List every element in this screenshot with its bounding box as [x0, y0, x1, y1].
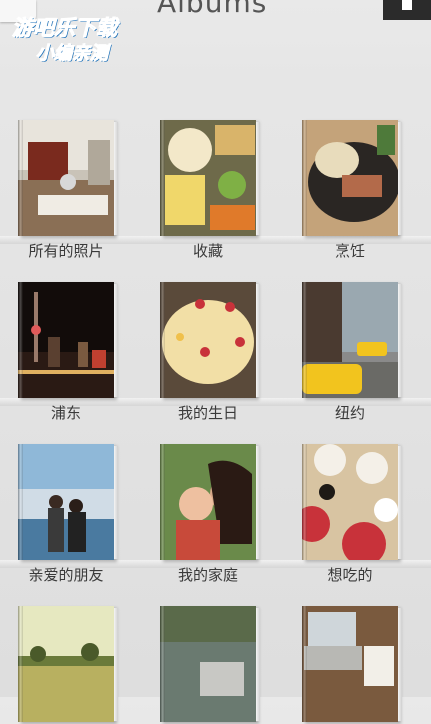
- album-cover: [18, 282, 114, 398]
- album-my-family[interactable]: [160, 444, 264, 562]
- album-pages: [114, 446, 118, 559]
- album-cover: [302, 282, 398, 398]
- album-pages: [398, 122, 402, 235]
- album-cover: [160, 282, 256, 398]
- album-cover: [18, 120, 114, 236]
- watermark-logo: 游吧乐下载 小编亲测: [6, 8, 156, 66]
- album-pages: [398, 446, 402, 559]
- city-street-photo: [302, 282, 398, 398]
- album-spine: [18, 444, 23, 560]
- album-label: 所有的照片: [28, 242, 104, 260]
- album-canal[interactable]: [160, 606, 264, 724]
- album-label: 收藏: [192, 242, 223, 260]
- album-label: 纽约: [334, 404, 365, 422]
- album-label: 我的家庭: [177, 566, 238, 584]
- album-spine: [18, 282, 23, 398]
- birthday-cake-photo: [160, 282, 256, 398]
- album-label: 我的生日: [177, 404, 238, 422]
- album-spine: [160, 282, 165, 398]
- night-skyline-photo: [18, 282, 114, 398]
- album-pages: [256, 284, 260, 397]
- album-new-york[interactable]: [302, 282, 406, 400]
- album-spine: [302, 606, 307, 722]
- album-label: 浦东: [50, 404, 81, 422]
- watermark-line2: 小编亲测: [36, 43, 109, 65]
- watermark-line1: 游吧乐下载: [12, 16, 118, 41]
- album-pages: [256, 608, 260, 721]
- album-spine: [18, 120, 23, 236]
- album-pages: [398, 284, 402, 397]
- album-spine: [302, 282, 307, 398]
- living-room-photo: [18, 120, 114, 236]
- album-label: 亲爱的朋友: [28, 566, 104, 584]
- album-spine: [160, 120, 165, 236]
- album-cover: [160, 444, 256, 560]
- album-all-photos[interactable]: [18, 120, 122, 238]
- album-pages: [114, 284, 118, 397]
- album-cover: [160, 120, 256, 236]
- album-spine: [302, 120, 307, 236]
- album-spine: [160, 606, 165, 722]
- album-label: 想吃的: [327, 566, 373, 584]
- album-pages: [256, 122, 260, 235]
- family-photo: [160, 444, 256, 560]
- plated-meal-photo: [302, 120, 398, 236]
- album-favorites[interactable]: [160, 120, 264, 238]
- album-work[interactable]: [302, 606, 406, 724]
- album-cover: [18, 444, 114, 560]
- breakfast-table-photo: [302, 444, 398, 560]
- album-park[interactable]: [18, 606, 122, 724]
- album-pages: [114, 608, 118, 721]
- album-cover: [160, 606, 256, 722]
- album-want-to-eat[interactable]: [302, 444, 406, 562]
- album-cover: [18, 606, 114, 722]
- album-pudong[interactable]: [18, 282, 122, 400]
- menu-button[interactable]: [383, 0, 431, 20]
- album-cover: [302, 606, 398, 722]
- album-cooking[interactable]: [302, 120, 406, 238]
- album-label: 烹饪: [334, 242, 365, 260]
- album-my-birthday[interactable]: [160, 282, 264, 400]
- album-cover: [302, 120, 398, 236]
- album-pages: [114, 122, 118, 235]
- album-spine: [18, 606, 23, 722]
- album-dear-friends[interactable]: [18, 444, 122, 562]
- park-photo: [18, 606, 114, 722]
- canal-boat-photo: [160, 606, 256, 722]
- laptop-desk-photo: [302, 606, 398, 722]
- friends-snow-photo: [18, 444, 114, 560]
- album-spine: [302, 444, 307, 560]
- album-pages: [398, 608, 402, 721]
- cheese-platter-photo: [160, 120, 256, 236]
- album-pages: [256, 446, 260, 559]
- album-spine: [160, 444, 165, 560]
- menu-icon: [402, 0, 412, 10]
- album-cover: [302, 444, 398, 560]
- page-title: Albums: [157, 0, 268, 19]
